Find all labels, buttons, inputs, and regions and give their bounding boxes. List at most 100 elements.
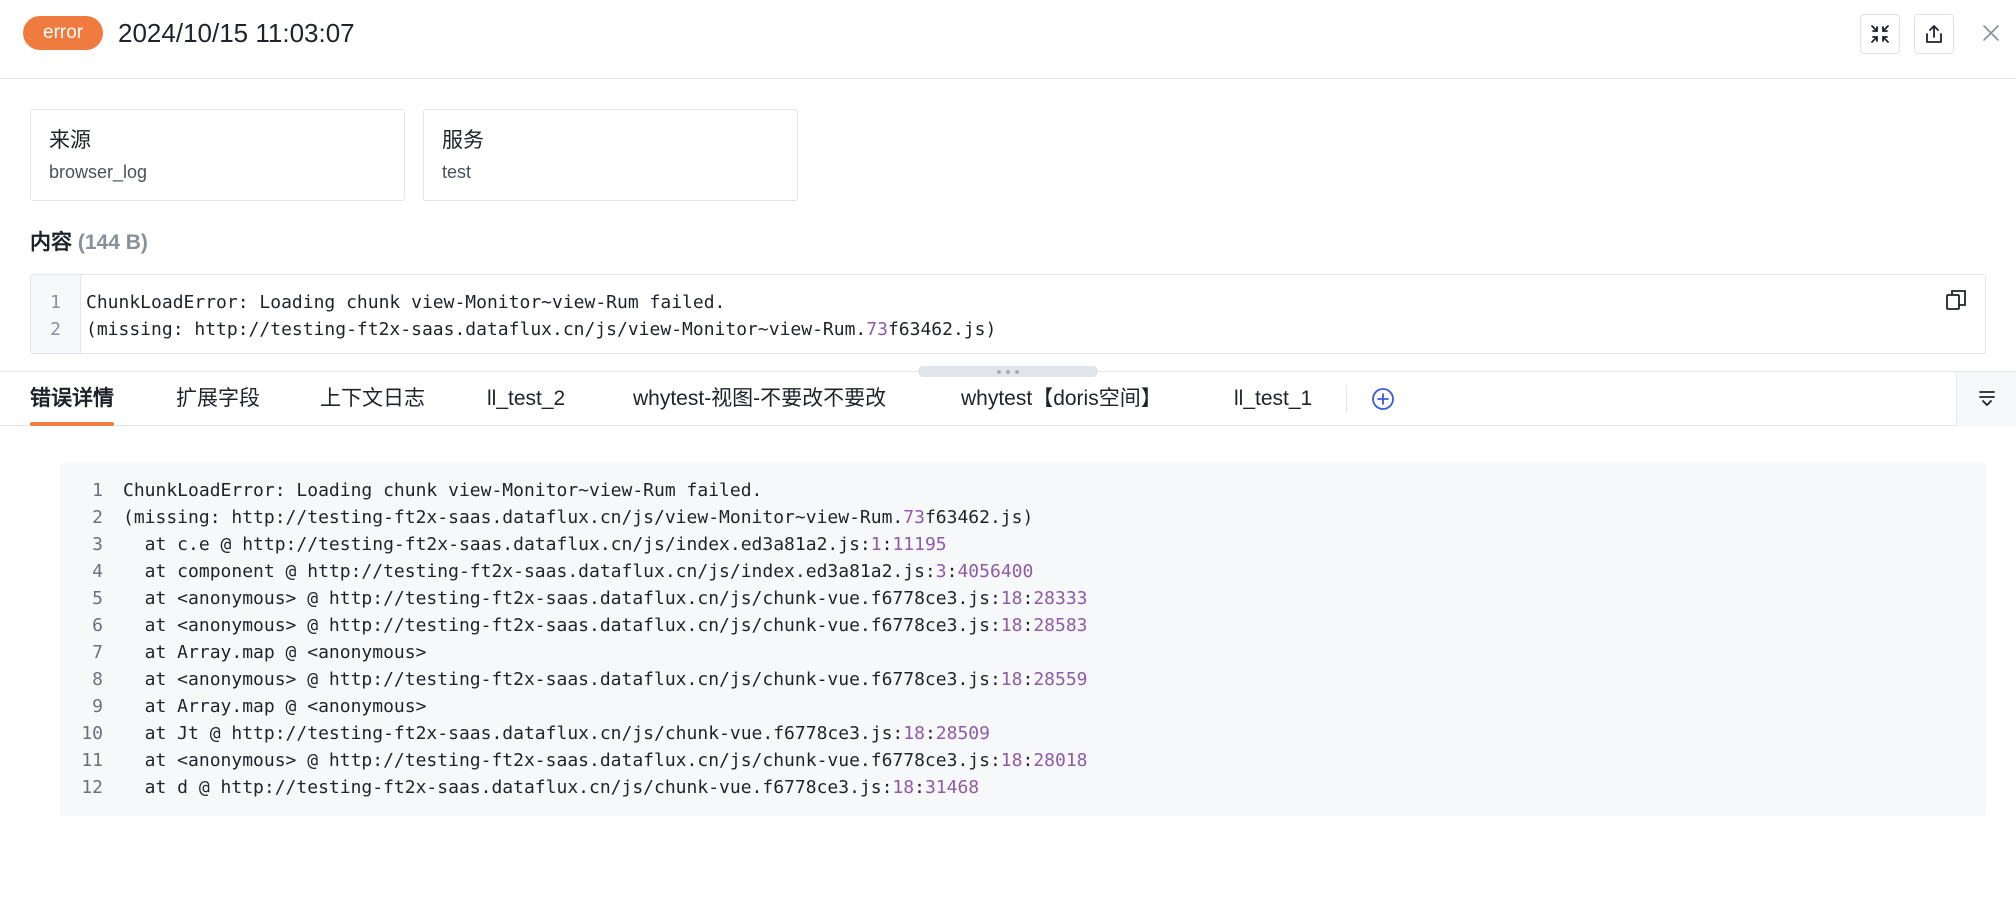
- line-number: 9: [92, 696, 103, 717]
- code-number: 28583: [1033, 615, 1088, 636]
- tab-whytest-doris[interactable]: whytest【doris空间】: [961, 372, 1162, 426]
- detail-header: error 2024/10/15 11:03:07: [0, 0, 2016, 79]
- code-line: at <anonymous> @ http://testing-ft2x-saa…: [123, 747, 1088, 774]
- code-line: at c.e @ http://testing-ft2x-saas.datafl…: [123, 531, 1088, 558]
- tab-extended-fields[interactable]: 扩展字段: [176, 372, 260, 426]
- content-title: 内容 (144 B): [30, 228, 148, 258]
- code-text: (missing: http://testing-ft2x-saas.dataf…: [86, 319, 867, 340]
- code-number: 18: [1000, 750, 1023, 771]
- code-text: :: [946, 561, 958, 582]
- code-text: at Jt @ http://testing-ft2x-saas.dataflu…: [123, 723, 904, 744]
- line-number: 11: [81, 750, 103, 771]
- error-stack-code: ChunkLoadError: Loading chunk view-Monit…: [123, 477, 1088, 801]
- code-text: at <anonymous> @ http://testing-ft2x-saa…: [123, 588, 1001, 609]
- code-line: at component @ http://testing-ft2x-saas.…: [123, 558, 1088, 585]
- close-icon: [1983, 25, 1999, 41]
- service-value: test: [442, 162, 472, 182]
- line-number: 5: [92, 588, 103, 609]
- add-tab-button[interactable]: [1370, 386, 1396, 412]
- code-number: 28559: [1033, 669, 1088, 690]
- code-text: at <anonymous> @ http://testing-ft2x-saa…: [123, 750, 1001, 771]
- line-number: 7: [92, 642, 103, 663]
- code-line: at Array.map @ <anonymous>: [123, 639, 1088, 666]
- code-text: at Array.map @ <anonymous>: [123, 642, 427, 663]
- code-text: at c.e @ http://testing-ft2x-saas.datafl…: [123, 534, 871, 555]
- code-line: at Array.map @ <anonymous>: [123, 693, 1088, 720]
- code-number: 18: [1000, 615, 1023, 636]
- code-text: :: [1022, 588, 1034, 609]
- code-number: 11195: [892, 534, 947, 555]
- line-number: 4: [92, 561, 103, 582]
- line-number: 2: [92, 507, 103, 528]
- service-card: 服务 test: [423, 109, 798, 201]
- error-stack-panel[interactable]: 1 2 3 4 5 6 7 8 9 10 11 12 ChunkLoadError: Loading …: [60, 463, 1986, 816]
- tab-divider: [1346, 386, 1347, 412]
- service-label: 服务: [442, 129, 484, 152]
- collapse-icon: [1978, 391, 1995, 406]
- add-circle-icon: [1372, 388, 1394, 410]
- share-icon: [1926, 25, 1942, 43]
- code-line: at <anonymous> @ http://testing-ft2x-saa…: [123, 585, 1088, 612]
- code-text: :: [1022, 750, 1034, 771]
- code-text: :: [1022, 615, 1034, 636]
- code-text: ChunkLoadError: Loading chunk view-Monit…: [86, 292, 726, 313]
- fullscreen-exit-icon: [1871, 25, 1889, 43]
- code-number: 73: [903, 507, 925, 528]
- code-number: 18: [892, 777, 915, 798]
- tab-ll-test-2[interactable]: ll_test_2: [487, 372, 565, 426]
- code-text: at Array.map @ <anonymous>: [123, 696, 427, 717]
- code-line: at <anonymous> @ http://testing-ft2x-saa…: [123, 666, 1088, 693]
- source-value: browser_log: [49, 162, 148, 182]
- code-line: ChunkLoadError: Loading chunk view-Monit…: [123, 477, 1088, 504]
- tab-error-detail[interactable]: 错误详情: [30, 372, 114, 426]
- code-text: (missing: http://testing-ft2x-saas.dataf…: [123, 507, 904, 528]
- code-text: at component @ http://testing-ft2x-saas.…: [123, 561, 936, 582]
- tab-ll-test-1[interactable]: ll_test_1: [1234, 372, 1312, 426]
- code-text: at d @ http://testing-ft2x-saas.dataflux…: [123, 777, 893, 798]
- line-number: 8: [92, 669, 103, 690]
- content-code-box[interactable]: 12 ChunkLoadError: Loading chunk view-Mo…: [30, 274, 1986, 354]
- fullscreen-button[interactable]: [1860, 14, 1900, 54]
- code-line: at Jt @ http://testing-ft2x-saas.dataflu…: [123, 720, 1088, 747]
- tab-whytest-view[interactable]: whytest-视图-不要改不要改: [633, 372, 886, 426]
- code-line: (missing: http://testing-ft2x-saas.dataf…: [86, 316, 996, 343]
- code-line: (missing: http://testing-ft2x-saas.dataf…: [123, 504, 1088, 531]
- line-number: 6: [92, 615, 103, 636]
- status-badge: error: [23, 16, 104, 50]
- copy-button[interactable]: [1942, 286, 1970, 314]
- share-button[interactable]: [1914, 14, 1954, 54]
- code-number: 73: [866, 319, 888, 340]
- code-line: at d @ http://testing-ft2x-saas.dataflux…: [123, 774, 1088, 801]
- code-number: 31468: [924, 777, 980, 798]
- code-number: 28509: [935, 723, 990, 744]
- code-text: :: [881, 534, 893, 555]
- code-number: 4056400: [957, 561, 1034, 582]
- content-size: (144 B): [77, 231, 148, 254]
- copy-icon: [1946, 290, 1966, 310]
- code-number: 3: [935, 561, 947, 582]
- code-text: f63462.js): [924, 507, 1034, 528]
- code-text: f63462.js): [887, 319, 997, 340]
- code-text: :: [924, 723, 936, 744]
- code-number: 1: [870, 534, 882, 555]
- code-number: 18: [1000, 588, 1023, 609]
- code-text: :: [914, 777, 925, 798]
- code-text: at <anonymous> @ http://testing-ft2x-saa…: [123, 669, 1001, 690]
- code-number: 18: [903, 723, 925, 744]
- line-number: 2: [50, 319, 61, 340]
- tab-context-log[interactable]: 上下文日志: [320, 372, 425, 426]
- line-number: 12: [81, 777, 103, 798]
- code-line: at <anonymous> @ http://testing-ft2x-saa…: [123, 612, 1088, 639]
- close-button[interactable]: [1978, 20, 2004, 46]
- event-time: 2024/10/15 11:03:07: [118, 18, 355, 48]
- line-number: 10: [81, 723, 103, 744]
- collapse-tabs-button[interactable]: [1956, 372, 2016, 426]
- line-number: 3: [92, 534, 103, 555]
- line-number-gutter: 1 2 3 4 5 6 7 8 9 10 11 12: [60, 477, 105, 801]
- code-text: at <anonymous> @ http://testing-ft2x-saa…: [123, 615, 1001, 636]
- code-number: 28333: [1033, 588, 1088, 609]
- code-text: :: [1022, 669, 1034, 690]
- source-label: 来源: [49, 129, 91, 152]
- source-card: 来源 browser_log: [30, 109, 405, 201]
- tab-bar: 错误详情 扩展字段 上下文日志 ll_test_2 whytest-视图-不要改…: [0, 372, 2016, 426]
